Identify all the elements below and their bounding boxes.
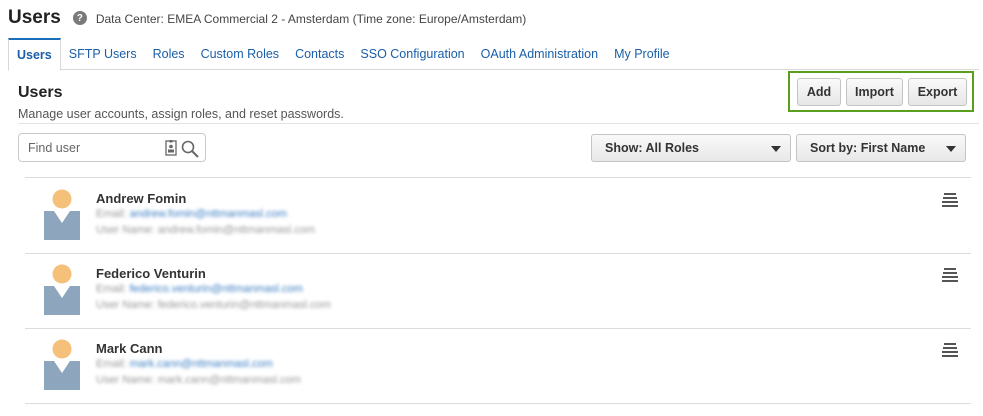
chevron-down-icon [771, 146, 781, 152]
tab-my-profile[interactable]: My Profile [606, 38, 678, 68]
sort-by-select[interactable]: Sort by: First Name [796, 134, 966, 162]
page-title: Users [8, 7, 61, 28]
data-center-info: Data Center: EMEA Commercial 2 - Amsterd… [95, 12, 527, 26]
chevron-down-icon [946, 146, 956, 152]
tab-custom-roles[interactable]: Custom Roles [193, 38, 288, 68]
divider [18, 123, 979, 124]
search-icon[interactable] [181, 140, 199, 158]
user-username: User Name: federico.venturin@nttmanmasl.… [96, 299, 331, 311]
show-roles-select[interactable]: Show: All Roles [591, 134, 791, 162]
avatar-icon [44, 339, 80, 390]
import-button[interactable]: Import [846, 78, 903, 106]
tab-bar: Users SFTP Users Roles Custom Roles Cont… [8, 38, 678, 71]
avatar-icon [44, 264, 80, 315]
user-email: Email: federico.venturin@nttmanmasl.com [96, 283, 303, 295]
id-badge-icon[interactable] [165, 140, 177, 156]
tab-roles[interactable]: Roles [145, 38, 193, 68]
sort-by-label: Sort by: First Name [810, 141, 926, 155]
tab-sso-configuration[interactable]: SSO Configuration [352, 38, 472, 68]
email-link[interactable]: mark.cann@nttmanmasl.com [130, 358, 273, 370]
user-name: Andrew Fomin [96, 191, 187, 206]
avatar-icon [44, 189, 80, 240]
user-username: User Name: mark.cann@nttmanmasl.com [96, 374, 301, 386]
list-item: Andrew Fomin Email: andrew.fomin@nttmanm… [25, 178, 971, 254]
user-username: User Name: andrew.fomin@nttmanmasl.com [96, 224, 316, 236]
section-description: Manage user accounts, assign roles, and … [18, 107, 344, 121]
search-input[interactable] [28, 139, 158, 157]
user-name: Federico Venturin [96, 266, 206, 281]
email-link[interactable]: andrew.fomin@nttmanmasl.com [130, 208, 287, 220]
question-icon[interactable]: ? [72, 11, 87, 25]
user-email: Email: andrew.fomin@nttmanmasl.com [96, 208, 287, 220]
show-roles-label: Show: All Roles [605, 141, 699, 155]
list-item: Mark Cann Email: mark.cann@nttmanmasl.co… [25, 328, 971, 404]
page-header: Users ? Data Center: EMEA Commercial 2 -… [8, 6, 526, 30]
tab-contacts[interactable]: Contacts [287, 38, 352, 68]
section-title: Users [18, 84, 63, 101]
export-button[interactable]: Export [908, 78, 967, 106]
email-link[interactable]: federico.venturin@nttmanmasl.com [130, 283, 303, 295]
user-name: Mark Cann [96, 341, 163, 356]
tab-sftp-users[interactable]: SFTP Users [61, 38, 145, 68]
row-menu-icon[interactable] [942, 268, 958, 282]
add-button[interactable]: Add [797, 78, 841, 106]
row-menu-icon[interactable] [942, 343, 958, 357]
search-box [18, 133, 206, 162]
user-email: Email: mark.cann@nttmanmasl.com [96, 358, 273, 370]
list-item: Federico Venturin Email: federico.ventur… [25, 253, 971, 329]
row-menu-icon[interactable] [942, 193, 958, 207]
tab-oauth-administration[interactable]: OAuth Administration [473, 38, 606, 68]
tab-users[interactable]: Users [8, 38, 61, 71]
